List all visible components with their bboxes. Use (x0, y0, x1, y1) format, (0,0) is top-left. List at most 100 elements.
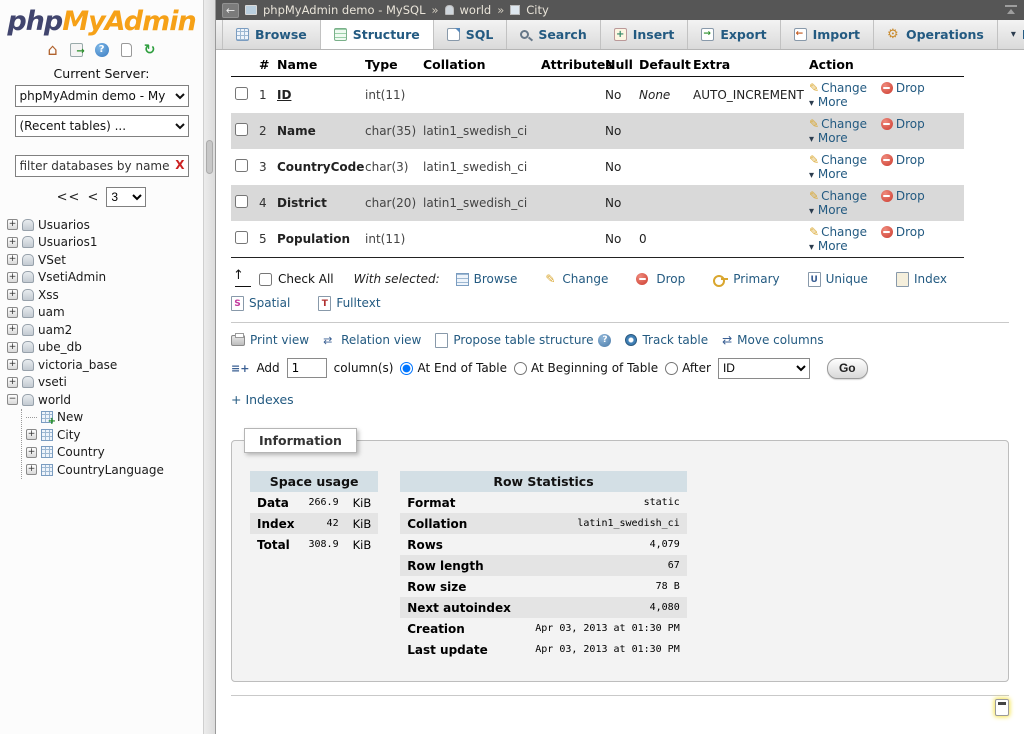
expand-icon[interactable]: + (7, 272, 18, 283)
sidebar-item-countrylanguage[interactable]: + CountryLanguage (26, 461, 203, 479)
tab-sql[interactable]: SQL (434, 20, 508, 49)
change-link[interactable]: ✎Change (809, 153, 867, 167)
column-name[interactable]: CountryCode (273, 149, 361, 185)
tab-import[interactable]: Import (781, 20, 874, 49)
sidebar-item-usuarios[interactable]: + Usuarios (7, 216, 203, 234)
tab-structure[interactable]: Structure (321, 20, 434, 49)
radio-at-end[interactable]: At End of Table (400, 361, 507, 375)
drop-link[interactable]: Drop (881, 81, 925, 95)
back-button[interactable]: ← (222, 3, 239, 18)
drop-link[interactable]: Drop (881, 153, 925, 167)
pager-first[interactable]: << (57, 190, 81, 205)
selected-fulltext-button[interactable]: TFulltext (318, 296, 380, 311)
expand-icon[interactable]: + (7, 324, 18, 335)
expand-icon[interactable]: + (26, 447, 37, 458)
column-name-primary[interactable]: ID (277, 88, 291, 102)
sidebar-item-country[interactable]: + Country (26, 444, 203, 462)
sidebar-item-uam2[interactable]: + uam2 (7, 321, 203, 339)
recent-tables-select[interactable]: (Recent tables) ... (15, 115, 189, 137)
tab-insert[interactable]: +Insert (601, 20, 689, 49)
move-columns-link[interactable]: ⇄Move columns (722, 333, 823, 347)
sidebar-item-ube-db[interactable]: + ube_db (7, 339, 203, 357)
sidebar-item-uam[interactable]: + uam (7, 304, 203, 322)
selected-change-button[interactable]: ✎Change (545, 272, 608, 286)
tab-browse[interactable]: Browse (222, 20, 321, 49)
change-link[interactable]: ✎Change (809, 117, 867, 131)
change-link[interactable]: ✎Change (809, 189, 867, 203)
collapse-console-icon[interactable] (1004, 4, 1018, 16)
home-icon[interactable]: ⌂ (48, 43, 58, 57)
divider-handle[interactable] (206, 140, 213, 174)
breadcrumb-table[interactable]: City (526, 3, 549, 17)
column-name[interactable]: District (273, 185, 361, 221)
sidebar-item-victoria-base[interactable]: + victoria_base (7, 356, 203, 374)
sidebar-item-world[interactable]: − world (7, 391, 203, 409)
row-checkbox[interactable] (235, 231, 248, 244)
expand-icon[interactable]: + (7, 237, 18, 248)
expand-icon[interactable]: + (7, 289, 18, 300)
change-link[interactable]: ✎Change (809, 81, 867, 95)
check-all-checkbox[interactable] (259, 273, 272, 286)
expand-icon[interactable]: + (7, 254, 18, 265)
sidebar-resize-divider[interactable] (203, 0, 216, 734)
logout-icon[interactable] (70, 43, 83, 57)
after-radio[interactable] (665, 362, 678, 375)
pager-prev[interactable]: < (87, 190, 99, 205)
add-column-count-input[interactable] (287, 358, 327, 378)
drop-link[interactable]: Drop (881, 189, 925, 203)
row-checkbox[interactable] (235, 195, 248, 208)
at-beginning-radio[interactable] (514, 362, 527, 375)
radio-at-beginning[interactable]: At Beginning of Table (514, 361, 658, 375)
collapse-icon[interactable]: − (7, 394, 18, 405)
sidebar-item-vseti[interactable]: + vseti (7, 374, 203, 392)
selected-drop-button[interactable]: Drop (636, 272, 685, 286)
sidebar-item-vsetiadmin[interactable]: + VsetiAdmin (7, 269, 203, 287)
go-button[interactable]: Go (827, 358, 868, 379)
row-checkbox[interactable] (235, 159, 248, 172)
after-column-select[interactable]: ID (718, 358, 810, 379)
relation-view-link[interactable]: ⇄Relation view (323, 333, 421, 347)
expand-icon[interactable]: + (7, 342, 18, 353)
row-checkbox[interactable] (235, 87, 248, 100)
reload-icon[interactable]: ↻ (144, 43, 156, 57)
sidebar-item-new-table[interactable]: New (26, 409, 203, 427)
clear-filter-icon[interactable]: X (175, 158, 184, 172)
breadcrumb-server[interactable]: phpMyAdmin demo - MySQL (263, 3, 425, 17)
more-link[interactable]: ▾ More (809, 167, 848, 181)
check-all-label[interactable]: Check All (278, 272, 334, 286)
tab-search[interactable]: Search (507, 20, 600, 49)
documentation-icon[interactable] (121, 43, 132, 57)
help-badge-icon[interactable]: ? (598, 334, 611, 347)
selected-browse-button[interactable]: Browse (456, 272, 518, 286)
tab-more[interactable]: ▾More (998, 20, 1024, 49)
more-link[interactable]: ▾ More (809, 131, 848, 145)
tab-export[interactable]: Export (688, 20, 780, 49)
propose-structure-link[interactable]: Propose table structure? (435, 333, 611, 348)
indexes-link[interactable]: + Indexes (231, 392, 294, 407)
column-name[interactable]: Population (273, 221, 361, 258)
selected-index-button[interactable]: Index (896, 272, 947, 287)
row-checkbox[interactable] (235, 123, 248, 136)
at-end-radio[interactable] (400, 362, 413, 375)
sidebar-item-city[interactable]: + City (26, 426, 203, 444)
expand-icon[interactable]: + (7, 377, 18, 388)
expand-icon[interactable]: + (7, 219, 18, 230)
expand-icon[interactable]: + (7, 359, 18, 370)
more-link[interactable]: ▾ More (809, 203, 848, 217)
selected-unique-button[interactable]: UUnique (808, 272, 868, 287)
drop-link[interactable]: Drop (881, 117, 925, 131)
selected-spatial-button[interactable]: SSpatial (231, 296, 290, 311)
filter-databases-input[interactable] (15, 155, 189, 177)
track-table-link[interactable]: Track table (625, 333, 708, 347)
expand-icon[interactable]: + (26, 429, 37, 440)
change-link[interactable]: ✎Change (809, 225, 867, 239)
sidebar-item-xss[interactable]: + Xss (7, 286, 203, 304)
server-select[interactable]: phpMyAdmin demo - My (15, 85, 189, 107)
sidebar-item-vset[interactable]: + VSet (7, 251, 203, 269)
more-link[interactable]: ▾ More (809, 95, 848, 109)
expand-icon[interactable]: + (7, 307, 18, 318)
print-view-link[interactable]: Print view (231, 333, 309, 347)
page-select[interactable]: 3 (106, 187, 146, 207)
expand-icon[interactable]: + (26, 464, 37, 475)
more-link[interactable]: ▾ More (809, 239, 848, 253)
